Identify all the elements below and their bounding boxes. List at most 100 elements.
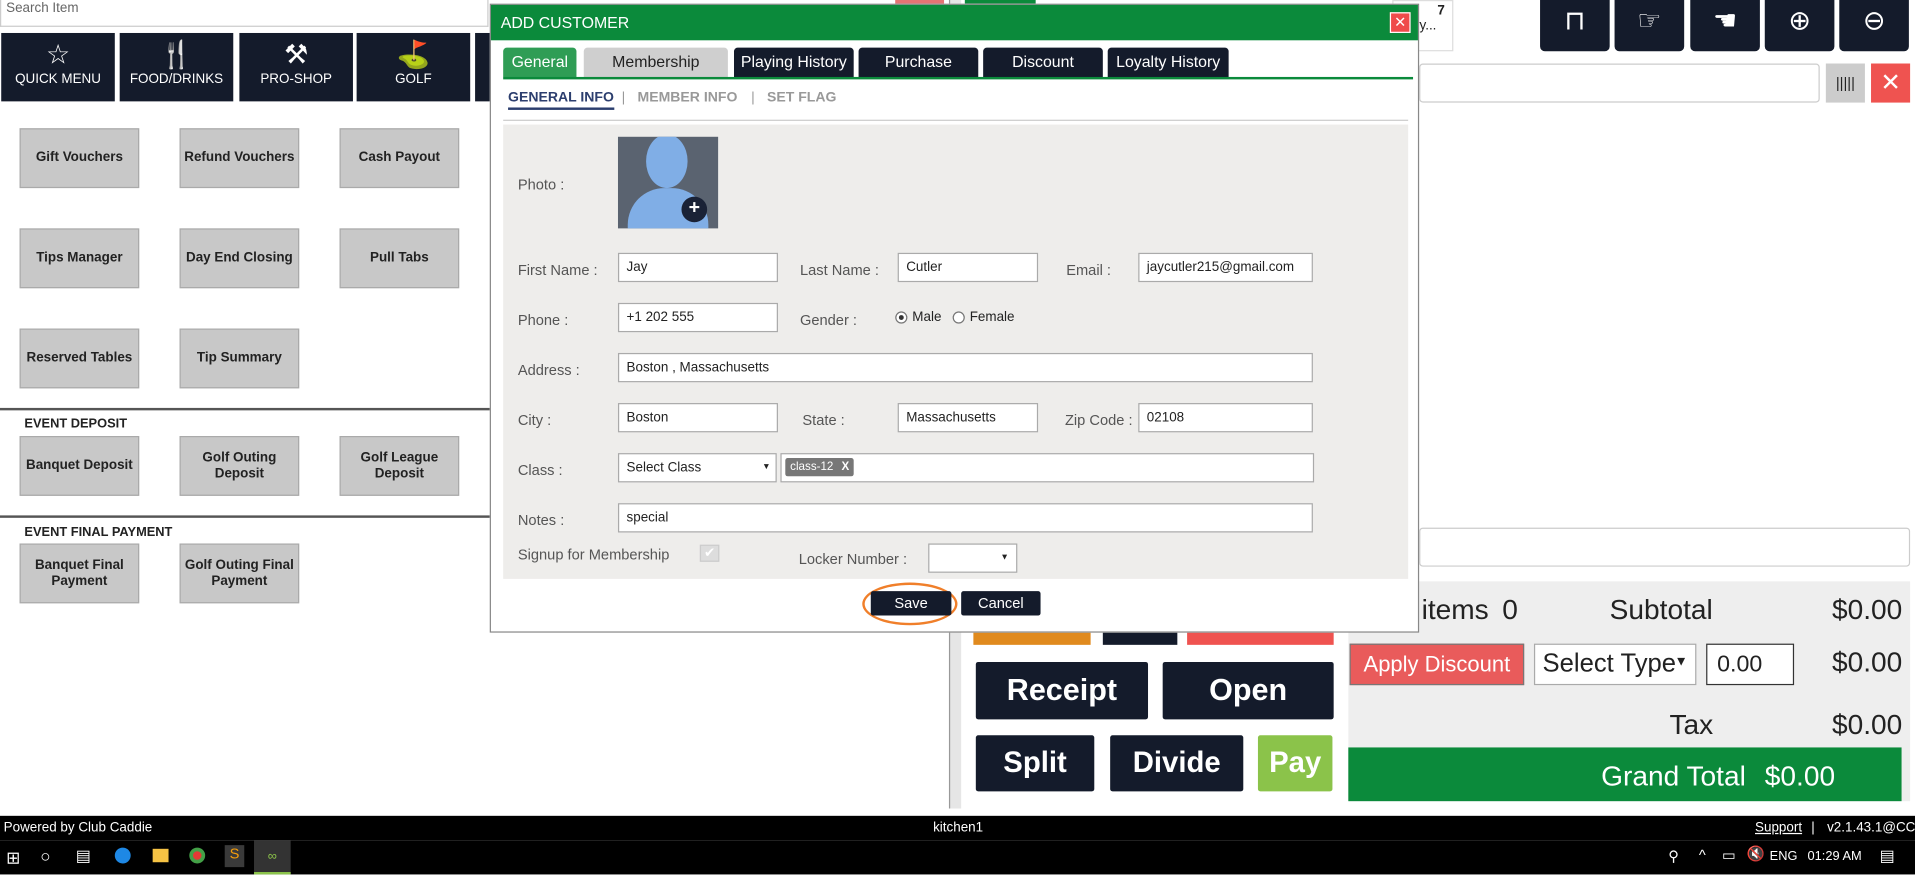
subtotal-value: $0.00: [1831, 593, 1903, 626]
tile-gift-vouchers[interactable]: Gift Vouchers: [19, 128, 140, 189]
city-label: City :: [517, 411, 552, 429]
category-label: FOOD/DRINKS: [129, 72, 224, 87]
tile-tips-manager[interactable]: Tips Manager: [19, 228, 140, 289]
category-label: GOLF: [395, 72, 432, 87]
subtab-set-flag[interactable]: SET FLAG: [767, 90, 836, 105]
support-link[interactable]: Support: [1755, 821, 1802, 836]
locker-number-label: Locker Number :: [798, 550, 908, 568]
search-icon[interactable]: ○: [40, 846, 50, 866]
tile-pull-tabs[interactable]: Pull Tabs: [339, 228, 460, 289]
tab-general[interactable]: General: [503, 47, 577, 77]
remove-tag-icon[interactable]: X: [841, 460, 849, 473]
add-button[interactable]: ⊕: [1764, 0, 1835, 52]
sublime-icon[interactable]: S: [224, 845, 245, 868]
tab-membership[interactable]: Membership: [583, 47, 728, 77]
tab-loyalty-history[interactable]: Loyalty History: [1107, 47, 1229, 77]
tile-day-end-closing[interactable]: Day End Closing: [179, 228, 300, 289]
phone-field[interactable]: +1 202 555: [617, 302, 778, 333]
apply-discount-button[interactable]: Apply Discount: [1349, 643, 1525, 686]
hand-pay-button[interactable]: ☚: [1690, 0, 1760, 52]
customer-search-input[interactable]: [1419, 63, 1820, 103]
radio-icon[interactable]: [952, 311, 965, 324]
notes-label: Notes :: [517, 511, 565, 529]
language-indicator[interactable]: ENG: [1770, 849, 1798, 864]
class-tags-field[interactable]: class-12 X: [780, 453, 1315, 483]
notes-field[interactable]: special: [617, 503, 1313, 533]
tab-discount[interactable]: Discount: [983, 47, 1103, 77]
last-name-field[interactable]: Cutler: [897, 252, 1039, 283]
partial-button[interactable]: [1102, 632, 1178, 645]
tab-purchase-history[interactable]: Purchase History: [858, 47, 979, 100]
receipt-button[interactable]: Receipt: [975, 661, 1149, 720]
taskbar: ⊞ ○ ▤ S ∞ ⚲ ^ ▭ 🔇 ENG 01:29 AM ▤: [0, 840, 1915, 875]
search-input[interactable]: Search Item: [0, 0, 489, 27]
tile-refund-vouchers[interactable]: Refund Vouchers: [179, 128, 300, 189]
tab-playing-history[interactable]: Playing History: [734, 47, 854, 77]
photo-upload[interactable]: +: [617, 136, 719, 229]
add-photo-icon[interactable]: +: [681, 196, 708, 223]
hand-card-button[interactable]: ☞: [1614, 0, 1685, 52]
locker-number-select[interactable]: ▼: [928, 543, 1018, 573]
browser-icon[interactable]: [114, 847, 131, 864]
tile-golf-outing-deposit[interactable]: Golf Outing Deposit: [179, 436, 300, 496]
category-food-drinks[interactable]: 🍴 FOOD/DRINKS: [119, 32, 234, 102]
category-quick-menu[interactable]: ☆ QUICK MENU: [1, 32, 115, 102]
email-field[interactable]: jaycutler215@gmail.com: [1138, 252, 1313, 283]
task-view-icon[interactable]: ▤: [76, 846, 91, 866]
file-explorer-icon[interactable]: [152, 848, 169, 863]
discount-value-input[interactable]: 0.00: [1706, 643, 1795, 686]
signup-membership-checkbox[interactable]: ✔: [699, 544, 720, 562]
category-golf[interactable]: ⛳ GOLF: [356, 32, 471, 102]
subtab-member-info[interactable]: MEMBER INFO: [638, 90, 738, 105]
first-name-field[interactable]: Jay: [617, 252, 778, 283]
gender-female-label: Female: [969, 310, 1015, 325]
volume-muted-icon[interactable]: 🔇: [1746, 845, 1764, 862]
category-pro-shop[interactable]: ⚒ PRO-SHOP: [239, 32, 353, 102]
gender-male-option[interactable]: Male: [895, 310, 941, 325]
close-button[interactable]: ✕: [1389, 12, 1411, 33]
remove-button[interactable]: ⊖: [1839, 0, 1909, 52]
tile-cash-payout[interactable]: Cash Payout: [339, 128, 460, 189]
city-field[interactable]: Boston: [617, 403, 778, 433]
class-tag-label: class-12: [790, 460, 834, 474]
state-field[interactable]: Massachusetts: [897, 403, 1039, 433]
chrome-icon[interactable]: [189, 847, 206, 864]
barcode-button[interactable]: |||||: [1825, 63, 1865, 103]
clock[interactable]: 01:29 AM: [1808, 849, 1862, 864]
pay-button[interactable]: Pay: [1257, 735, 1333, 792]
chevron-up-icon[interactable]: ^: [1699, 846, 1706, 863]
tile-banquet-final-payment[interactable]: Banquet Final Payment: [19, 543, 140, 604]
clear-button[interactable]: ✕: [1871, 63, 1911, 103]
chevron-down-icon: ▼: [1000, 553, 1009, 562]
gender-female-option[interactable]: Female: [952, 310, 1015, 325]
separator: |: [621, 90, 626, 106]
class-select[interactable]: Select Class ▼: [617, 453, 777, 483]
windows-start-icon[interactable]: ⊞: [6, 848, 20, 869]
minus-icon: ⊖: [1862, 4, 1886, 36]
tile-tip-summary[interactable]: Tip Summary: [179, 328, 300, 389]
address-label: Address :: [517, 361, 580, 379]
open-button[interactable]: Open: [1162, 661, 1334, 720]
cancel-button[interactable]: Cancel: [961, 591, 1041, 616]
zip-field[interactable]: 02108: [1138, 403, 1313, 433]
network-icon[interactable]: ▭: [1722, 846, 1736, 863]
order-note-field[interactable]: [1419, 527, 1911, 567]
divide-pay-button[interactable]: Divide Pay: [1110, 735, 1244, 835]
save-button[interactable]: Save: [870, 591, 952, 616]
partial-button[interactable]: [973, 632, 1091, 645]
tile-golf-outing-final-payment[interactable]: Golf Outing Final Payment: [179, 543, 300, 604]
radio-selected-icon[interactable]: [895, 311, 908, 324]
tile-banquet-deposit[interactable]: Banquet Deposit: [19, 436, 140, 496]
table-button[interactable]: ⊓: [1540, 0, 1610, 52]
address-field[interactable]: Boston , Massachusetts: [617, 352, 1313, 383]
people-icon[interactable]: ⚲: [1668, 848, 1679, 865]
discount-type-select[interactable]: Select Type ▼: [1533, 643, 1697, 686]
subtab-general-info[interactable]: GENERAL INFO: [508, 90, 614, 110]
partial-button[interactable]: [1187, 632, 1334, 645]
notifications-icon[interactable]: ▤: [1880, 846, 1895, 866]
split-pay-button[interactable]: Split Pay: [975, 735, 1095, 835]
tile-reserved-tables[interactable]: Reserved Tables: [19, 328, 140, 389]
tile-golf-league-deposit[interactable]: Golf League Deposit: [339, 436, 460, 496]
club-caddie-app-icon[interactable]: ∞: [254, 840, 291, 875]
grand-total-label: Grand Total: [1601, 759, 1746, 792]
